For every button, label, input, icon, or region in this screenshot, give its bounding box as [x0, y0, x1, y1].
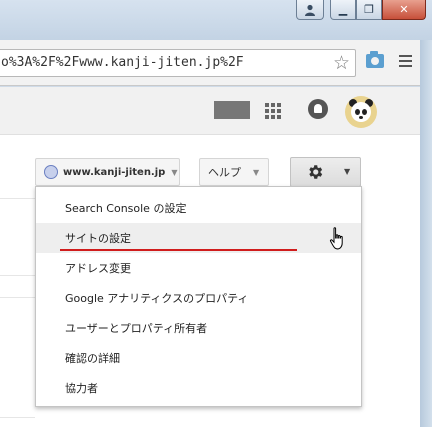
chevron-down-icon: ▼ [171, 167, 178, 177]
chevron-down-icon: ▼ [344, 167, 351, 176]
settings-button[interactable]: ▼ [290, 157, 361, 187]
minimize-icon: ▁ [338, 3, 348, 16]
divider [0, 198, 35, 199]
menu-item-label: Search Console の設定 [65, 202, 187, 215]
google-bar [0, 87, 420, 135]
divider [0, 417, 35, 418]
menu-item-google-analytics-property[interactable]: Google アナリティクスのプロパティ [36, 283, 361, 313]
minimize-button[interactable]: ▁ [330, 0, 356, 20]
menu-item-label: サイトの設定 [65, 232, 131, 245]
address-bar[interactable]: o%3A%2F%2Fwww.kanji-jiten.jp%2F ☆ [0, 49, 356, 77]
chevron-down-icon: ▼ [253, 167, 260, 177]
search-console-page: www.kanji-jiten.jp ▼ ヘルプ ▼ ▼ s Search Co… [0, 87, 420, 427]
menu-item-search-console-settings[interactable]: Search Console の設定 [36, 193, 361, 223]
star-icon[interactable]: ☆ [333, 52, 350, 74]
window-frame-right [420, 40, 432, 427]
settings-dropdown-menu: Search Console の設定 サイトの設定 アドレス変更 Google … [35, 186, 362, 407]
divider [0, 275, 35, 276]
help-button[interactable]: ヘルプ ▼ [199, 158, 269, 186]
close-icon: ✕ [399, 3, 409, 16]
restore-button[interactable]: ❐ [356, 0, 382, 20]
camera-icon[interactable] [366, 51, 384, 68]
panda-eye-left [355, 109, 360, 115]
gear-icon [309, 165, 323, 179]
menu-item-verification-details[interactable]: 確認の詳細 [36, 343, 361, 373]
menu-item-users-and-owners[interactable]: ユーザーとプロパティ所有者 [36, 313, 361, 343]
close-button[interactable]: ✕ [382, 0, 426, 20]
hand-cursor-icon [329, 227, 343, 250]
site-selector[interactable]: www.kanji-jiten.jp ▼ [35, 158, 180, 186]
menu-item-associates[interactable]: 協力者 [36, 373, 361, 403]
address-bar-url[interactable]: o%3A%2F%2Fwww.kanji-jiten.jp%2F [1, 55, 244, 70]
globe-icon [44, 165, 58, 179]
avatar[interactable] [345, 96, 377, 128]
panda-eye-right [362, 109, 367, 115]
apps-grid-icon[interactable] [265, 103, 281, 119]
menu-item-change-of-address[interactable]: アドレス変更 [36, 253, 361, 283]
account-button[interactable] [214, 101, 250, 119]
divider [0, 297, 35, 298]
user-profile-button[interactable] [296, 0, 324, 20]
highlight-underline [60, 249, 297, 251]
window-controls: ▁ ❐ ✕ [296, 0, 426, 20]
browser-toolbar: o%3A%2F%2Fwww.kanji-jiten.jp%2F ☆ [0, 40, 420, 86]
menu-item-label: ユーザーとプロパティ所有者 [65, 322, 208, 335]
panda-nose [359, 116, 363, 119]
restore-icon: ❐ [364, 3, 374, 16]
menu-item-label: 確認の詳細 [65, 352, 120, 365]
help-button-label: ヘルプ [208, 166, 241, 179]
menu-item-label: アドレス変更 [65, 262, 131, 275]
notifications-icon[interactable] [308, 99, 328, 119]
menu-item-label: 協力者 [65, 382, 98, 395]
window-titlebar: ▁ ❐ ✕ [0, 0, 432, 40]
user-icon [305, 4, 315, 16]
site-selector-label: www.kanji-jiten.jp [63, 166, 166, 178]
panda-face [351, 102, 371, 122]
browser-menu-icon[interactable] [399, 55, 412, 67]
menu-item-label: Google アナリティクスのプロパティ [65, 292, 249, 305]
